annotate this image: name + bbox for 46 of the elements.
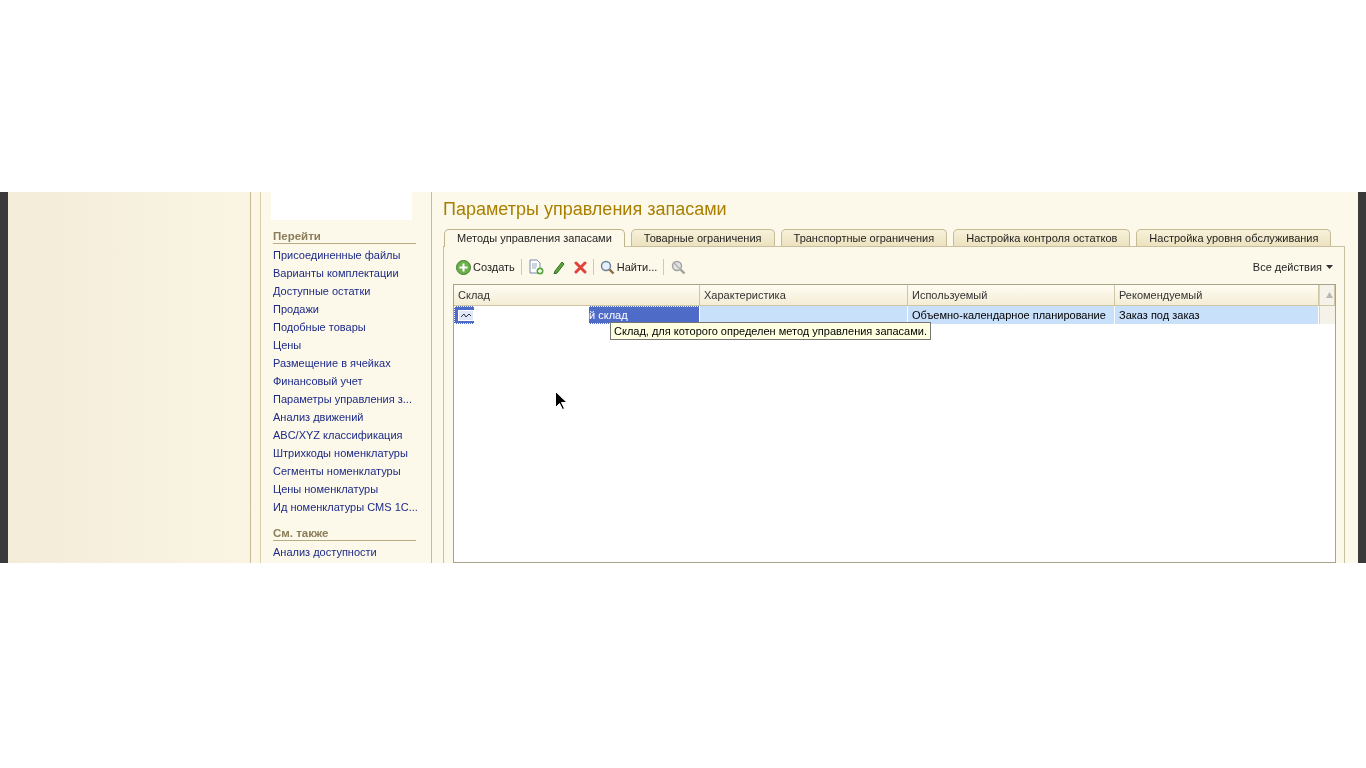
mouse-pointer-icon <box>555 391 567 410</box>
navigation-link[interactable]: Ид номенклатуры CMS 1C... <box>273 499 416 517</box>
tab[interactable]: Транспортные ограничения <box>780 229 948 246</box>
table-cell: Объемно-календарное планирование <box>908 306 1115 324</box>
document-plus-icon <box>527 259 544 275</box>
navigation-link[interactable]: Доступные остатки <box>273 283 416 301</box>
form-title: Параметры управления запасами <box>443 198 728 220</box>
all-actions-menu[interactable]: Все действия <box>1250 259 1335 275</box>
plus-circle-icon <box>456 259 471 275</box>
navigation-link[interactable]: Цены номенклатуры <box>273 481 416 499</box>
section-heading: См. также <box>273 517 416 541</box>
tab[interactable]: Методы управления запасами <box>444 229 625 247</box>
pencil-icon <box>551 260 566 274</box>
navigation-link[interactable]: Подобные товары <box>273 319 416 337</box>
navigation-link[interactable]: Варианты комплектации <box>273 265 416 283</box>
navigation-link[interactable]: Штрихкоды номенклатуры <box>273 445 416 463</box>
scrollbar[interactable] <box>1319 285 1335 306</box>
navigation-link[interactable]: Финансовый учет <box>273 373 416 391</box>
caret-icon <box>1326 265 1333 269</box>
navigation-link[interactable]: Размещение в ячейках <box>273 355 416 373</box>
navigation-link[interactable]: Продажи <box>273 301 416 319</box>
column-header[interactable]: Рекомендуемый <box>1115 285 1319 306</box>
scroll-up-icon <box>1325 292 1333 298</box>
create-button[interactable]: Создать <box>454 257 517 277</box>
navigation-link[interactable]: Присоединенные файлы <box>273 247 416 265</box>
column-header[interactable]: Характеристика <box>700 285 908 306</box>
tab[interactable]: Товарные ограничения <box>630 229 775 246</box>
tab[interactable]: Настройка уровня обслуживания <box>1136 229 1332 246</box>
column-header[interactable]: Склад <box>454 285 700 306</box>
navigation-link[interactable]: Параметры управления з... <box>273 391 416 409</box>
tooltip: Склад, для которого определен метод управления запасами. <box>610 322 931 340</box>
find-button[interactable]: Найти... <box>597 257 660 277</box>
column-header[interactable]: Используемый <box>908 285 1115 306</box>
tab[interactable]: Настройка контроля остатков <box>953 229 1131 246</box>
item-icon <box>458 309 474 321</box>
navigation-link[interactable]: Анализ доступности <box>273 544 416 562</box>
delete-icon <box>573 260 587 274</box>
section-heading: Перейти <box>273 220 416 244</box>
table-cell: Заказ под заказ <box>1115 306 1319 324</box>
search-icon <box>599 259 615 275</box>
navigation-link[interactable]: Анализ движений <box>273 409 416 427</box>
navigation-link[interactable]: Цены <box>273 337 416 355</box>
navigation-link[interactable]: ABC/XYZ классификация <box>273 427 416 445</box>
search-clear-icon <box>670 259 687 275</box>
cell-text: й склад <box>589 308 628 323</box>
navigation-link[interactable]: Сегменты номенклатуры <box>273 463 416 481</box>
